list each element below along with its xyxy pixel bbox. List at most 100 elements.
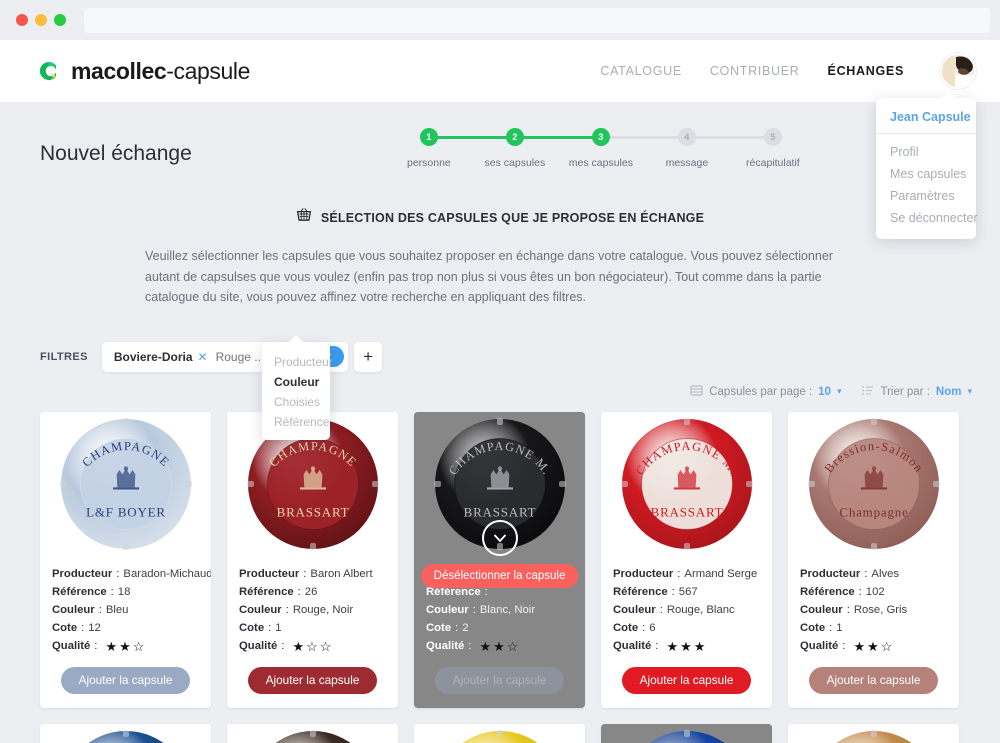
window-controls[interactable] [10,14,72,26]
logo-text-bold: macollec [71,57,167,84]
svg-text:L&F BOYER: L&F BOYER [86,505,166,520]
filter-type-menu[interactable]: Producteur Couleur Choisies Référence [262,334,333,440]
capsule-card[interactable]: Bression-Salmon Champagne Producteur : A… [788,411,959,708]
nav-item-echanges[interactable]: ÉCHANGES [828,64,904,78]
capsule-grid-row2: CHAMPAGNE M. BRAS [0,708,1000,743]
filter-type-reference[interactable]: Référence [262,412,330,432]
capsule-card[interactable]: CHAMPAGNE BRASSART Producteur : Baron Al… [227,411,398,708]
chevron-down-icon[interactable]: ▾ [837,386,842,397]
user-menu-item-se-deconnecter[interactable]: Se déconnecter [876,207,978,229]
star-filled-icon: ★ [693,638,706,654]
page-top: Nouvel échange 1 personne 2 ses capsules… [0,102,1000,169]
capsule-qualite-row: Qualité : ★ ★ ☆ [52,638,145,654]
close-window-icon[interactable] [16,14,28,26]
capsule-producteur-value: Alves [871,567,900,580]
capsule-couleur-row: Couleur : Bleu [52,603,129,616]
capsule-producteur-row: Producteur : Armand Serge [613,567,758,580]
capsule-action-wrap: Ajouter la capsule [40,659,211,708]
deselect-capsule-tooltip[interactable]: Désélectionner la capsule [420,563,579,588]
capsule-thumbnail[interactable]: CHAMPAGNE M. BRAS [414,723,585,743]
address-bar[interactable] [84,7,990,33]
capsule-quality-stars: ★ ★ ☆ [853,640,892,653]
add-filter-button[interactable]: + [354,341,383,372]
capsule-thumbnail[interactable]: CHAMPAGNE Paul de BRE [227,723,398,743]
capsule-info: Producteur : Baron Albert Référence : 26… [227,557,398,653]
sort-control[interactable]: Trier par : Nom ▾ [861,384,972,400]
stepper-label-4: message [665,157,709,169]
add-capsule-button[interactable]: Ajouter la capsule [60,666,191,694]
capsule-action-wrap: Ajouter la capsule [227,659,398,708]
star-empty-icon: ☆ [132,638,145,654]
stepper-step-3[interactable]: 3 mes capsules [558,128,687,169]
add-capsule-button[interactable]: Ajouter la capsule [808,666,939,694]
capsule-couleur-value: Blanc, Noir [479,603,536,616]
capsule-card[interactable]: CHAMPAGNE [788,723,959,743]
capsule-reference-value: 102 [865,585,885,598]
nav-item-catalogue[interactable]: CATALOGUE [600,64,682,78]
minimize-window-icon[interactable] [35,14,47,26]
user-menu[interactable]: Jean Capsule Profil Mes capsules Paramèt… [876,91,978,239]
logo-text-light: -capsule [166,57,250,84]
star-filled-icon: ★ [680,638,692,654]
maximize-window-icon[interactable] [54,14,66,26]
stepper-label-2: ses capsules [484,157,546,169]
chevron-down-icon[interactable]: ▾ [967,386,972,397]
capsule-reference-row: Référence : 26 [239,585,318,598]
main-nav: CATALOGUE CONTRIBUER ÉCHANGES [600,53,976,89]
capsule-card[interactable] [601,723,772,743]
capsule-cote-row: Cote : 1 [239,621,282,634]
star-empty-icon: ☆ [506,638,519,654]
user-menu-item-profil[interactable]: Profil [876,141,976,163]
capsule-thumbnail[interactable]: Bression-Salmon Champagne [788,411,959,557]
logo[interactable]: macollec-capsule [36,58,250,85]
macollec-logo-icon [36,59,60,83]
add-capsule-button[interactable]: Ajouter la capsule [247,666,378,694]
filter-type-producteur[interactable]: Producteur [262,352,333,372]
stepper-step-4[interactable]: 4 message [644,128,773,169]
capsule-thumbnail[interactable]: CHAMPAGNE M. BRASSART [601,411,772,557]
add-capsule-button[interactable]: Ajouter la capsule [434,666,565,694]
capsule-card[interactable]: CHAMPAGNE M. BRAS [40,723,211,743]
stepper-step-1[interactable]: 1 personne [386,128,515,169]
stepper-step-2[interactable]: 2 ses capsules [472,128,601,169]
capsule-card[interactable]: CHAMPAGNE Paul de BRE [227,723,398,743]
svg-text:BRASSART: BRASSART [276,505,349,520]
capsule-producteur-row: Producteur : Alves [800,567,900,580]
capsule-card[interactable]: CHAMPAGNE L&F BOYER Producteur : Baradon… [40,411,211,708]
user-menu-item-mes-capsules[interactable]: Mes capsules [876,163,976,185]
capsule-quality-stars: ★ ★ ☆ [479,640,518,653]
star-filled-icon: ★ [105,638,118,654]
capsule-thumbnail[interactable] [601,723,772,743]
avatar[interactable] [940,53,976,89]
site-header: macollec-capsule CATALOGUE CONTRIBUER ÉC… [0,40,1000,239]
section-intro-text: Veuillez sélectionner les capsules que v… [145,249,833,305]
capsule-card[interactable]: CHAMPAGNE M. BRAS [414,723,585,743]
capsule-couleur-value: Rouge, Noir [292,603,354,616]
filter-type-couleur[interactable]: Couleur [262,372,330,392]
capsule-qualite-row: Qualité : ★ ★ ☆ [800,638,893,654]
capsule-quality-stars: ★ ★ ☆ [105,640,144,653]
capsule-action-wrap: Ajouter la capsule [788,659,959,708]
capsule-card[interactable]: CHAMPAGNE M. BRASSART Producteur : Arman… [601,411,772,708]
sort-value[interactable]: Nom [936,386,962,398]
selected-check-icon[interactable] [481,519,518,556]
capsule-couleur-row: Couleur : Blanc, Noir [426,603,536,616]
capsule-thumbnail[interactable]: CHAMPAGNE L&F BOYER [40,411,211,557]
stepper-bar-3 [600,136,687,139]
per-page-value[interactable]: 10 [818,386,831,398]
capsule-producteur-value: Armand Serge [684,567,758,580]
star-filled-icon: ★ [867,638,879,654]
add-capsule-button[interactable]: Ajouter la capsule [621,666,752,694]
filter-chip-producteur[interactable]: Boviere-Doria ✕ [114,350,208,364]
per-page-control[interactable]: Capsules par page : 10 ▾ [690,384,841,400]
filter-chip-remove-icon[interactable]: ✕ [198,350,208,364]
page-body: Nouvel échange 1 personne 2 ses capsules… [0,102,1000,743]
capsule-card[interactable]: CHAMPAGNE M. BRASSART Désélectionner la … [414,411,585,708]
nav-item-contribuer[interactable]: CONTRIBUER [710,64,800,78]
stepper-step-5[interactable]: 5 récapitulatif [730,128,816,169]
capsule-thumbnail[interactable]: CHAMPAGNE [788,723,959,743]
user-menu-item-parametres[interactable]: Paramètres [876,185,976,207]
capsule-image: CHAMPAGNE Paul de BRE [238,727,372,743]
filter-type-choisies[interactable]: Choisies [262,392,330,412]
capsule-thumbnail[interactable]: CHAMPAGNE M. BRAS [40,723,211,743]
